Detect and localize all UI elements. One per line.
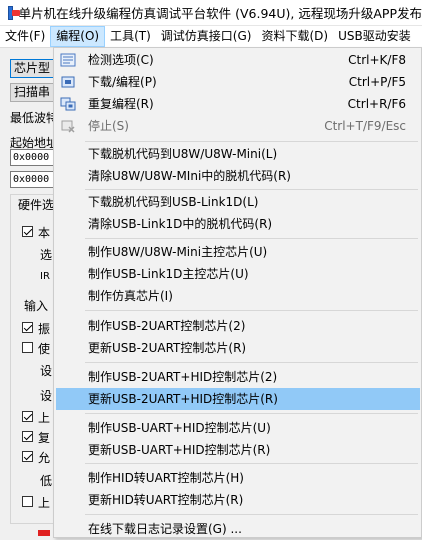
window-title: 单片机在线升级编程仿真调试平台软件 (V6.94U), 远程现场升级APP发布: [18, 6, 422, 21]
menu-item-make-emulator-chip[interactable]: 制作仿真芯片(I): [56, 285, 420, 307]
menu-item-shortcut: Ctrl+T/F9/Esc: [324, 119, 406, 133]
menu-tools[interactable]: 工具(T): [105, 26, 156, 47]
menu-separator: [85, 463, 418, 464]
menu-item-shortcut: Ctrl+R/F6: [347, 97, 406, 111]
menu-separator: [85, 362, 418, 363]
menu-item-label: 更新HID转UART控制芯片(R): [88, 493, 244, 507]
option-6-sub: 低: [40, 474, 53, 488]
menu-item-label: 在线下载日志记录设置(G) ...: [88, 522, 242, 536]
menu-item-stop[interactable]: 停止(S) Ctrl+T/F9/Esc: [56, 115, 420, 137]
menu-item-label: 清除USB-Link1D中的脱机代码(R): [88, 217, 273, 231]
option-7-checkbox[interactable]: [22, 496, 33, 507]
menu-separator: [85, 310, 418, 311]
option-1-sub-b: IR: [40, 271, 50, 282]
option-2-checkbox[interactable]: [22, 322, 33, 333]
option-2-label: 振: [38, 322, 51, 336]
option-1-sub-a: 选: [40, 248, 53, 262]
menu-debug-interface[interactable]: 调试仿真接口(G): [156, 26, 257, 47]
menu-item-label: 下载脱机代码到U8W/U8W-Mini(L): [88, 147, 278, 161]
option-3-label: 使: [38, 342, 51, 356]
menu-usb-driver[interactable]: USB驱动安装: [333, 26, 416, 47]
menu-item-label: 制作仿真芯片(I): [88, 289, 173, 303]
menu-item-label: 下载脱机代码到USB-Link1D(L): [88, 195, 259, 209]
option-1-checkbox[interactable]: [22, 226, 33, 237]
status-indicator: [38, 530, 50, 536]
menu-item-download-program[interactable]: 下载/编程(P) Ctrl+P/F5: [56, 71, 420, 93]
menu-item-make-2uart-chip[interactable]: 制作USB-2UART控制芯片(2): [56, 315, 420, 337]
baud-label: 最低波特: [10, 111, 59, 125]
menu-item-update-hid-uart-chip[interactable]: 更新HID转UART控制芯片(R): [56, 489, 420, 511]
menu-separator: [85, 514, 418, 515]
option-7-label: 上: [38, 496, 51, 510]
menu-item-make-2uart-hid-chip[interactable]: 制作USB-2UART+HID控制芯片(2): [56, 366, 420, 388]
menu-item-label: 制作USB-UART+HID控制芯片(U): [88, 421, 271, 435]
option-3-sub-b: 设: [40, 389, 53, 403]
menu-item-label: 更新USB-UART+HID控制芯片(R): [88, 443, 271, 457]
stop-icon: [61, 120, 75, 133]
option-3-sub-a: 设: [40, 364, 53, 378]
menu-item-clear-offline-u8w[interactable]: 清除U8W/U8W-MIni中的脱机代码(R): [56, 165, 420, 187]
menu-downloads[interactable]: 资料下载(D): [256, 26, 333, 47]
menu-item-update-2uart-hid-chip[interactable]: 更新USB-2UART+HID控制芯片(R): [56, 388, 420, 410]
start-address-field[interactable]: 0x0000: [10, 149, 56, 166]
menu-item-label: 制作HID转UART控制芯片(H): [88, 471, 244, 485]
detect-options-icon: [60, 53, 76, 67]
menu-item-label: 更新USB-2UART+HID控制芯片(R): [88, 392, 278, 406]
chip-model-button[interactable]: 芯片型: [10, 59, 56, 78]
menu-item-label: 制作U8W/U8W-Mini主控芯片(U): [88, 245, 268, 259]
option-6-label: 允: [38, 451, 51, 465]
menu-item-download-offline-link1d[interactable]: 下载脱机代码到USB-Link1D(L): [56, 191, 420, 213]
scan-serial-button[interactable]: 扫描串: [10, 83, 56, 102]
option-6-checkbox[interactable]: [22, 451, 33, 462]
menu-file[interactable]: 文件(F): [0, 26, 50, 47]
menu-item-make-uart-hid-chip[interactable]: 制作USB-UART+HID控制芯片(U): [56, 417, 420, 439]
menu-item-make-u8w-master[interactable]: 制作U8W/U8W-Mini主控芯片(U): [56, 241, 420, 263]
menu-separator: [85, 413, 418, 414]
menu-separator: [85, 238, 418, 239]
download-program-icon: [61, 76, 75, 88]
hardware-group-label: 硬件选: [18, 196, 55, 213]
menu-item-repeat-program[interactable]: 重复编程(R) Ctrl+R/F6: [56, 93, 420, 115]
menu-item-label: 制作USB-Link1D主控芯片(U): [88, 267, 249, 281]
end-address-field[interactable]: 0x0000: [10, 171, 56, 188]
menu-item-label: 停止(S): [88, 119, 129, 133]
menu-item-label: 制作USB-2UART+HID控制芯片(2): [88, 370, 278, 384]
menu-item-label: 制作USB-2UART控制芯片(2): [88, 319, 246, 333]
menu-item-update-uart-hid-chip[interactable]: 更新USB-UART+HID控制芯片(R): [56, 439, 420, 461]
menu-item-label: 更新USB-2UART控制芯片(R): [88, 341, 247, 355]
menu-separator: [85, 141, 418, 142]
option-5-checkbox[interactable]: [22, 431, 33, 442]
menu-item-download-offline-u8w[interactable]: 下载脱机代码到U8W/U8W-Mini(L): [56, 143, 420, 165]
option-3-checkbox[interactable]: [22, 342, 33, 353]
menu-item-update-2uart-chip[interactable]: 更新USB-2UART控制芯片(R): [56, 337, 420, 359]
option-4-checkbox[interactable]: [22, 411, 33, 422]
menu-item-shortcut: Ctrl+K/F8: [348, 53, 406, 67]
input-label: 输入: [24, 299, 49, 313]
app-icon: [8, 5, 20, 20]
option-1-label: 本: [38, 226, 51, 240]
menu-item-detect-options[interactable]: 检测选项(C) Ctrl+K/F8: [56, 49, 420, 71]
menu-bar: 文件(F) 编程(O) 工具(T) 调试仿真接口(G) 资料下载(D) USB驱…: [0, 26, 422, 48]
menu-item-shortcut: Ctrl+P/F5: [348, 75, 406, 89]
option-5-label: 复: [38, 431, 51, 445]
program-menu-dropdown: 检测选项(C) Ctrl+K/F8 下载/编程(P) Ctrl+P/F5 重复编…: [53, 47, 422, 538]
option-4-label: 上: [38, 411, 51, 425]
menu-item-clear-offline-link1d[interactable]: 清除USB-Link1D中的脱机代码(R): [56, 213, 420, 235]
menu-separator: [85, 189, 418, 190]
menu-item-download-log-settings[interactable]: 在线下载日志记录设置(G) ...: [56, 518, 420, 540]
menu-item-make-hid-uart-chip[interactable]: 制作HID转UART控制芯片(H): [56, 467, 420, 489]
menu-program[interactable]: 编程(O): [50, 26, 106, 47]
menu-item-label: 重复编程(R): [88, 97, 154, 111]
title-bar: 单片机在线升级编程仿真调试平台软件 (V6.94U), 远程现场升级APP发布: [0, 0, 422, 26]
menu-item-label: 检测选项(C): [88, 53, 154, 67]
menu-item-label: 下载/编程(P): [88, 75, 157, 89]
menu-item-make-link1d-master[interactable]: 制作USB-Link1D主控芯片(U): [56, 263, 420, 285]
menu-item-label: 清除U8W/U8W-MIni中的脱机代码(R): [88, 169, 291, 183]
repeat-program-icon: [60, 97, 76, 111]
